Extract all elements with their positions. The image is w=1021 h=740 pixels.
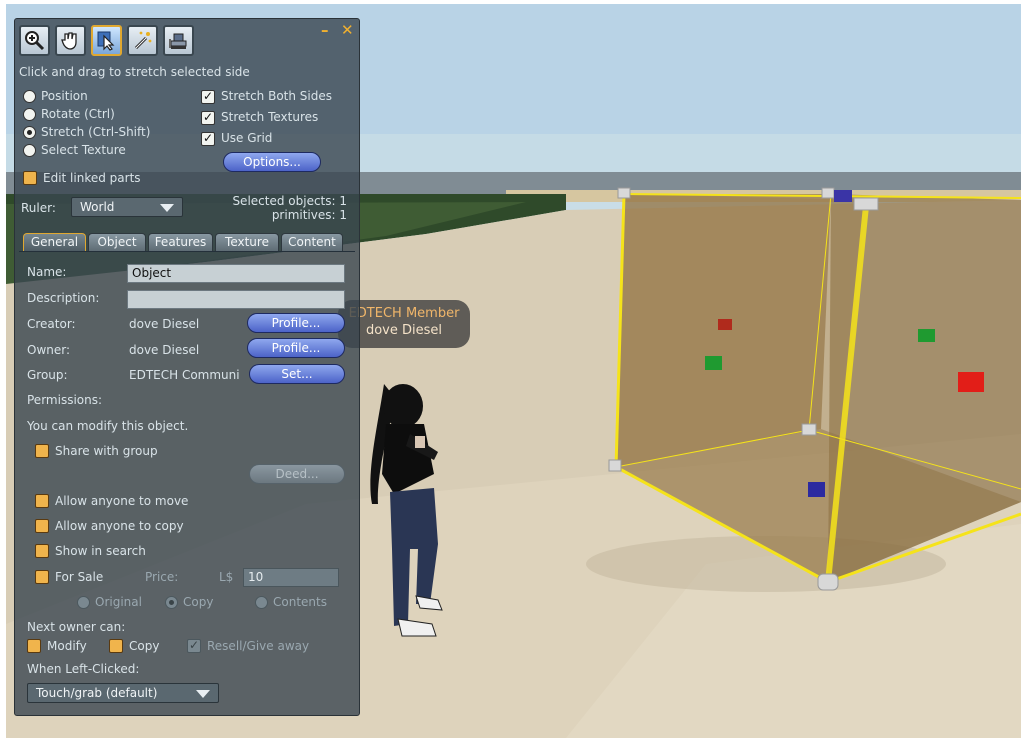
tab-object[interactable]: Object	[88, 233, 146, 251]
creator-profile-button[interactable]: Profile...	[247, 313, 345, 333]
owner-value: dove Diesel	[129, 343, 200, 357]
sale-copy-label: Copy	[183, 595, 214, 609]
edit-linked-parts-label: Edit linked parts	[43, 171, 141, 185]
position-radio[interactable]	[23, 90, 36, 103]
currency-label: L$	[219, 570, 234, 584]
for-sale-checkbox[interactable]	[35, 570, 49, 584]
show-in-search-checkbox[interactable]	[35, 544, 49, 558]
ruler-dropdown[interactable]: World	[71, 197, 183, 217]
rotate-label: Rotate (Ctrl)	[41, 107, 115, 121]
permissions-label: Permissions:	[27, 393, 103, 407]
ruler-label: Ruler:	[21, 201, 56, 215]
next-owner-modify-label: Modify	[47, 639, 87, 653]
grab-tool-button[interactable]	[55, 25, 86, 56]
stretch-textures-checkbox[interactable]	[201, 110, 215, 125]
owner-profile-button[interactable]: Profile...	[247, 338, 345, 358]
owner-label: Owner:	[27, 343, 71, 357]
allow-copy-label: Allow anyone to copy	[55, 519, 184, 533]
allow-move-checkbox[interactable]	[35, 494, 49, 508]
left-click-action-dropdown[interactable]: Touch/grab (default)	[27, 683, 219, 703]
chevron-down-icon	[160, 204, 174, 212]
name-label: Name:	[27, 265, 67, 279]
land-tool-button[interactable]	[163, 25, 194, 56]
sale-contents-label: Contents	[273, 595, 327, 609]
creator-label: Creator:	[27, 317, 76, 331]
use-grid-label: Use Grid	[221, 131, 273, 145]
next-owner-resell-label: Resell/Give away	[207, 639, 310, 653]
name-input[interactable]: Object	[127, 264, 345, 283]
description-label: Description:	[27, 291, 100, 305]
grid-options-button[interactable]: Options...	[223, 152, 321, 172]
edit-tool-button[interactable]	[91, 25, 122, 56]
select-texture-label: Select Texture	[41, 143, 126, 157]
next-owner-resell-checkbox[interactable]	[187, 638, 201, 653]
tab-content[interactable]: Content	[281, 233, 343, 251]
stretch-label: Stretch (Ctrl-Shift)	[41, 125, 151, 139]
next-owner-copy-label: Copy	[129, 639, 160, 653]
grab-hand-tool-icon	[61, 32, 77, 50]
stretch-textures-label: Stretch Textures	[221, 110, 319, 124]
sale-copy-radio[interactable]	[165, 596, 178, 609]
left-click-label: When Left-Clicked:	[27, 662, 140, 676]
sale-contents-radio[interactable]	[255, 596, 268, 609]
group-value: EDTECH Communi	[129, 368, 240, 382]
stretch-both-sides-label: Stretch Both Sides	[221, 89, 332, 103]
create-tool-button[interactable]	[127, 25, 158, 56]
creator-value: dove Diesel	[129, 317, 200, 331]
edit-linked-parts-checkbox[interactable]	[23, 171, 37, 185]
share-with-group-checkbox[interactable]	[35, 444, 49, 458]
share-with-group-label: Share with group	[55, 444, 158, 458]
sale-original-radio[interactable]	[77, 596, 90, 609]
edit-pointer-tool-icon	[97, 31, 115, 51]
left-click-action-value: Touch/grab (default)	[36, 686, 158, 700]
price-label: Price:	[145, 570, 179, 584]
select-texture-radio[interactable]	[23, 144, 36, 157]
edit-hint-text: Click and drag to stretch selected side	[19, 65, 250, 79]
next-owner-copy-checkbox[interactable]	[109, 639, 123, 653]
close-button[interactable]: ✕	[341, 21, 354, 39]
modify-note: You can modify this object.	[27, 419, 189, 433]
sale-original-label: Original	[95, 595, 142, 609]
zoom-tool-icon	[25, 31, 45, 51]
use-grid-checkbox[interactable]	[201, 131, 215, 146]
price-input[interactable]: 10	[243, 568, 339, 587]
for-sale-label: For Sale	[55, 570, 104, 584]
tab-features[interactable]: Features	[148, 233, 213, 251]
create-wand-tool-icon	[134, 31, 152, 50]
primitives-count: primitives: 1	[271, 208, 347, 222]
next-owner-label: Next owner can:	[27, 620, 126, 634]
chevron-down-icon	[196, 690, 210, 698]
tab-divider	[19, 251, 355, 252]
group-label: Group:	[27, 368, 68, 382]
stretch-both-sides-checkbox[interactable]	[201, 89, 215, 104]
land-bulldozer-tool-icon	[169, 33, 187, 49]
description-input[interactable]	[127, 290, 345, 309]
show-in-search-label: Show in search	[55, 544, 146, 558]
position-label: Position	[41, 89, 88, 103]
allow-move-label: Allow anyone to move	[55, 494, 189, 508]
zoom-tool-button[interactable]	[19, 25, 50, 56]
selected-objects-count: Selected objects: 1	[232, 194, 347, 208]
deed-button[interactable]: Deed...	[249, 464, 345, 484]
group-set-button[interactable]: Set...	[249, 364, 345, 384]
tab-texture[interactable]: Texture	[215, 233, 279, 251]
tab-general[interactable]: General	[23, 233, 86, 251]
minimize-button[interactable]: –	[321, 21, 329, 39]
allow-copy-checkbox[interactable]	[35, 519, 49, 533]
next-owner-modify-checkbox[interactable]	[27, 639, 41, 653]
build-edit-floater[interactable]: – ✕ Click and drag to stretch selected s…	[14, 18, 360, 716]
rotate-radio[interactable]	[23, 108, 36, 121]
stretch-radio[interactable]	[23, 126, 36, 139]
ruler-value: World	[80, 200, 115, 214]
